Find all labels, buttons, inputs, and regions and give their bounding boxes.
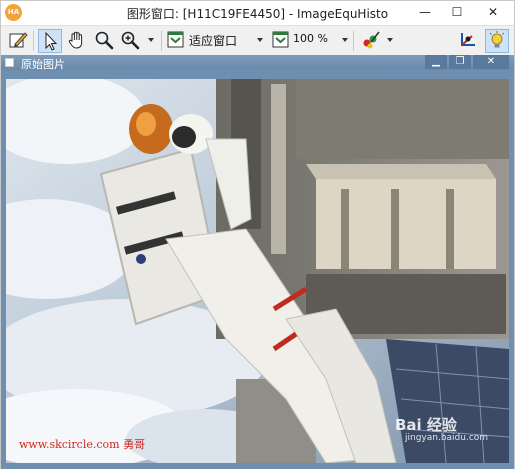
magnifier-icon <box>95 31 114 50</box>
image-child-window: 原始图片 ▁ ❐ ✕ <box>1 55 514 469</box>
paint-colors-icon <box>363 31 380 49</box>
pointer-arrow-icon <box>45 31 58 51</box>
toolbar: 适应窗口 100 % <box>1 25 514 56</box>
child-title-bar: 原始图片 ▁ ❐ ✕ <box>1 55 514 71</box>
lightbulb-icon <box>489 31 505 48</box>
child-minimize-button[interactable]: ▁ <box>425 55 447 69</box>
zoom-dropdown-arrow[interactable] <box>148 38 154 42</box>
fit-mode-icon-button[interactable] <box>166 29 186 53</box>
pen-tool-icon <box>9 32 28 48</box>
maximize-button[interactable]: ☐ <box>442 1 472 25</box>
toolbar-separator <box>161 31 162 51</box>
pen-tool-button[interactable] <box>7 29 29 53</box>
toolbar-separator <box>33 31 34 51</box>
zoom-level-dropdown-arrow[interactable] <box>342 38 348 42</box>
zoom-level-select[interactable]: 100 % <box>293 32 328 45</box>
help-tip-button[interactable] <box>485 29 509 53</box>
child-restore-button[interactable]: ❐ <box>449 55 471 69</box>
baidu-url-watermark: jingyan.baidu.com <box>405 433 489 443</box>
toolbar-separator <box>353 31 354 51</box>
zoom-in-button[interactable] <box>119 29 143 53</box>
child-close-button[interactable]: ✕ <box>473 55 509 69</box>
baidu-logo-watermark: Bai 经验 <box>395 416 457 434</box>
axes-tool-button[interactable] <box>457 29 479 53</box>
magnifier-tool-button[interactable] <box>93 29 115 53</box>
fit-mode-dropdown-arrow[interactable] <box>257 38 263 42</box>
fit-window-icon <box>167 31 184 48</box>
site-watermark: www.skcircle.com 勇哥 <box>19 438 146 451</box>
coordinate-axes-icon <box>461 33 475 46</box>
zoom-level-icon <box>272 31 289 48</box>
zoom-in-icon <box>121 31 140 50</box>
close-button[interactable]: ✕ <box>478 1 508 25</box>
image-viewport[interactable] <box>6 79 509 463</box>
title-bar: HA 图形窗口: [H11C19FE4450] - ImageEquHisto … <box>1 1 514 25</box>
hand-pan-icon <box>68 31 83 49</box>
graphics-window: HA 图形窗口: [H11C19FE4450] - ImageEquHisto … <box>0 0 515 469</box>
child-window-icon <box>5 58 14 67</box>
color-tool-button[interactable] <box>359 29 383 53</box>
pan-tool-button[interactable] <box>66 29 88 53</box>
minimize-button[interactable]: — <box>410 1 440 25</box>
fit-mode-select[interactable]: 适应窗口 <box>189 32 237 49</box>
zoom-level-icon-button[interactable] <box>271 29 291 53</box>
color-dropdown-arrow[interactable] <box>387 38 393 42</box>
pointer-tool-button[interactable] <box>38 29 62 53</box>
astronaut-image <box>6 79 509 463</box>
child-window-title: 原始图片 <box>21 58 65 71</box>
